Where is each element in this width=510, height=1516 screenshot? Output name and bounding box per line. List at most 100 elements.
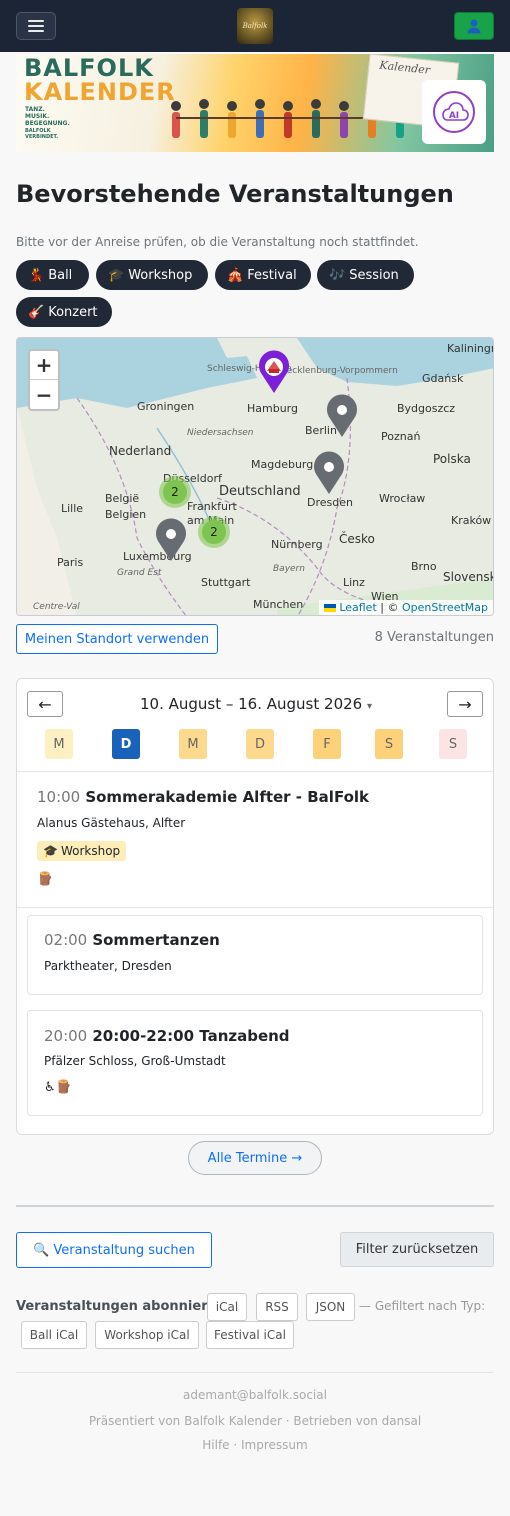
week-range-label: 10. August – 16. August 2026 (139, 695, 363, 713)
day-saturday[interactable]: S (375, 729, 403, 759)
next-week-button[interactable]: → (447, 691, 483, 717)
event-item[interactable]: 20:00 20:00-22:00 Tanzabend Pfälzer Schl… (27, 1010, 483, 1116)
map-label: Magdeburg (251, 458, 314, 471)
map-label: Mecklenburg-Vorpommern (279, 366, 398, 376)
filter-festival-button[interactable]: 🎪 Festival (215, 260, 311, 290)
festival-ical-link[interactable]: Festival iCal (206, 1321, 294, 1349)
zoom-out-button[interactable]: − (30, 380, 58, 409)
event-item[interactable]: 10:00 Sommerakademie Alfter - BalFolk (37, 787, 369, 806)
event-item[interactable]: 02:00 Sommertanzen Parktheater, Dresden (27, 915, 483, 995)
ball-ical-link[interactable]: Ball iCal (21, 1321, 87, 1349)
map-label: Slovensko (443, 570, 493, 584)
tag-label: Workshop (60, 844, 121, 858)
map-label: Stuttgart (201, 576, 251, 589)
circus-tent-icon: 🎪 (227, 267, 244, 283)
filter-label: Workshop (128, 267, 193, 283)
zoom-in-button[interactable]: + (30, 351, 58, 380)
event-count: 8 Veranstaltungen (374, 630, 494, 645)
map-marker[interactable] (312, 451, 346, 495)
day-sunday[interactable]: S (439, 729, 467, 759)
map-label: Dresden (307, 496, 353, 509)
subscribe-label: Veranstaltungen abonnieren: (16, 1299, 231, 1314)
map-label: Niedersachsen (187, 428, 254, 438)
map-marker[interactable] (154, 518, 188, 562)
map-attribution: Leaflet | © OpenStreetMap (318, 600, 493, 615)
map-zoom-control: + − (28, 349, 60, 411)
map-label: Česko (339, 532, 375, 546)
day-wednesday[interactable]: M (179, 729, 207, 759)
map-label: Grand Est (117, 568, 162, 578)
festival-map-marker[interactable] (257, 350, 291, 394)
map-label: Kraków (451, 514, 492, 527)
ai-badge: AI (422, 80, 486, 144)
day-friday[interactable]: F (313, 729, 341, 759)
banner-title-line2: KALENDER (24, 78, 176, 106)
hamburger-icon (28, 20, 44, 32)
workshop-ical-link[interactable]: Workshop iCal (95, 1321, 199, 1349)
json-link[interactable]: JSON (306, 1293, 355, 1321)
divider (17, 907, 493, 908)
week-range-selector[interactable]: 10. August – 16. August 2026 ▾ (17, 695, 493, 713)
day-thursday[interactable]: D (246, 729, 274, 759)
user-icon (467, 19, 481, 34)
all-events-button[interactable]: Alle Termine → (188, 1141, 322, 1175)
search-events-button[interactable]: 🔍 Veranstaltung suchen (16, 1232, 212, 1268)
event-time: 02:00 (44, 931, 88, 949)
filter-label: Festival (247, 267, 297, 283)
music-notes-icon: 🎶 (329, 267, 346, 283)
footer-email-link[interactable]: ademant@balfolk.social (0, 1388, 510, 1402)
rss-link[interactable]: RSS (256, 1293, 298, 1321)
event-title[interactable]: 20:00-22:00 Tanzabend (92, 1027, 289, 1045)
filter-label: Session (349, 267, 399, 283)
reset-filters-button[interactable]: Filter zurücksetzen (340, 1232, 494, 1267)
site-logo[interactable]: Balfolk (237, 8, 273, 44)
filter-label: Ball (48, 267, 73, 283)
map-label: Deutschland (219, 484, 301, 499)
map-label: Poznań (381, 430, 421, 443)
map-label: München (253, 598, 304, 611)
filter-label: Konzert (48, 304, 98, 320)
user-button[interactable] (454, 12, 494, 40)
filter-konzert-button[interactable]: 🎸 Konzert (16, 297, 112, 327)
wood-floor-icon: 🪵 (37, 872, 54, 887)
event-title[interactable]: Sommerakademie Alfter - BalFolk (85, 788, 369, 806)
event-title[interactable]: Sommertanzen (92, 931, 220, 949)
map-label: Paris (57, 556, 84, 569)
use-location-button[interactable]: Meinen Standort verwenden (16, 624, 218, 654)
day-monday[interactable]: M (45, 729, 73, 759)
filter-session-button[interactable]: 🎶 Session (317, 260, 414, 290)
filter-ball-button[interactable]: 💃 Ball (16, 260, 89, 290)
leaflet-link[interactable]: Leaflet (339, 601, 376, 614)
map-label: Nürnberg (271, 538, 323, 551)
map-cluster[interactable]: 2 (198, 516, 230, 548)
map-label: Bayern (273, 564, 305, 574)
banner-slogan: BALFOLK VERBINDET. (25, 128, 59, 140)
footer-links[interactable]: Hilfe · Impressum (0, 1438, 510, 1452)
event-header: 02:00 Sommertanzen (44, 930, 220, 949)
navbar: Balfolk (0, 0, 510, 52)
event-map[interactable]: + − Kaliningrad Gdańsk Schleswig-Holstei… (16, 337, 494, 616)
guitar-icon: 🎸 (28, 304, 45, 320)
ai-badge-text: AI (449, 111, 459, 121)
map-label: Centre-Val (33, 602, 80, 612)
event-time: 10:00 (37, 788, 81, 806)
graduation-cap-icon: 🎓 (108, 267, 125, 283)
ical-link[interactable]: iCal (207, 1293, 247, 1321)
banner-tagline: TANZ. MUSIK. BEGEGNUNG. (25, 106, 70, 127)
day-tuesday[interactable]: D (112, 729, 140, 759)
map-cluster[interactable]: 2 (159, 476, 191, 508)
openstreetmap-link[interactable]: OpenStreetMap (402, 601, 488, 614)
divider (16, 1372, 494, 1373)
map-marker[interactable] (325, 394, 359, 438)
map-label: Nederland (109, 444, 172, 458)
notice-text: Bitte vor der Anreise prüfen, ob die Ver… (16, 235, 419, 249)
hero-banner: BALFOLK KALENDER TANZ. MUSIK. BEGEGNUNG.… (16, 54, 494, 152)
logo-text: Balfolk (242, 22, 268, 30)
ukraine-flag-icon (323, 604, 336, 612)
graduation-cap-icon: 🎓 (43, 844, 58, 858)
map-label: Lille (61, 502, 84, 515)
caret-down-icon: ▾ (366, 701, 373, 712)
event-location: Pfälzer Schloss, Groß-Umstadt (44, 1054, 226, 1068)
filter-workshop-button[interactable]: 🎓 Workshop (96, 260, 208, 290)
menu-toggle-button[interactable] (16, 12, 56, 40)
